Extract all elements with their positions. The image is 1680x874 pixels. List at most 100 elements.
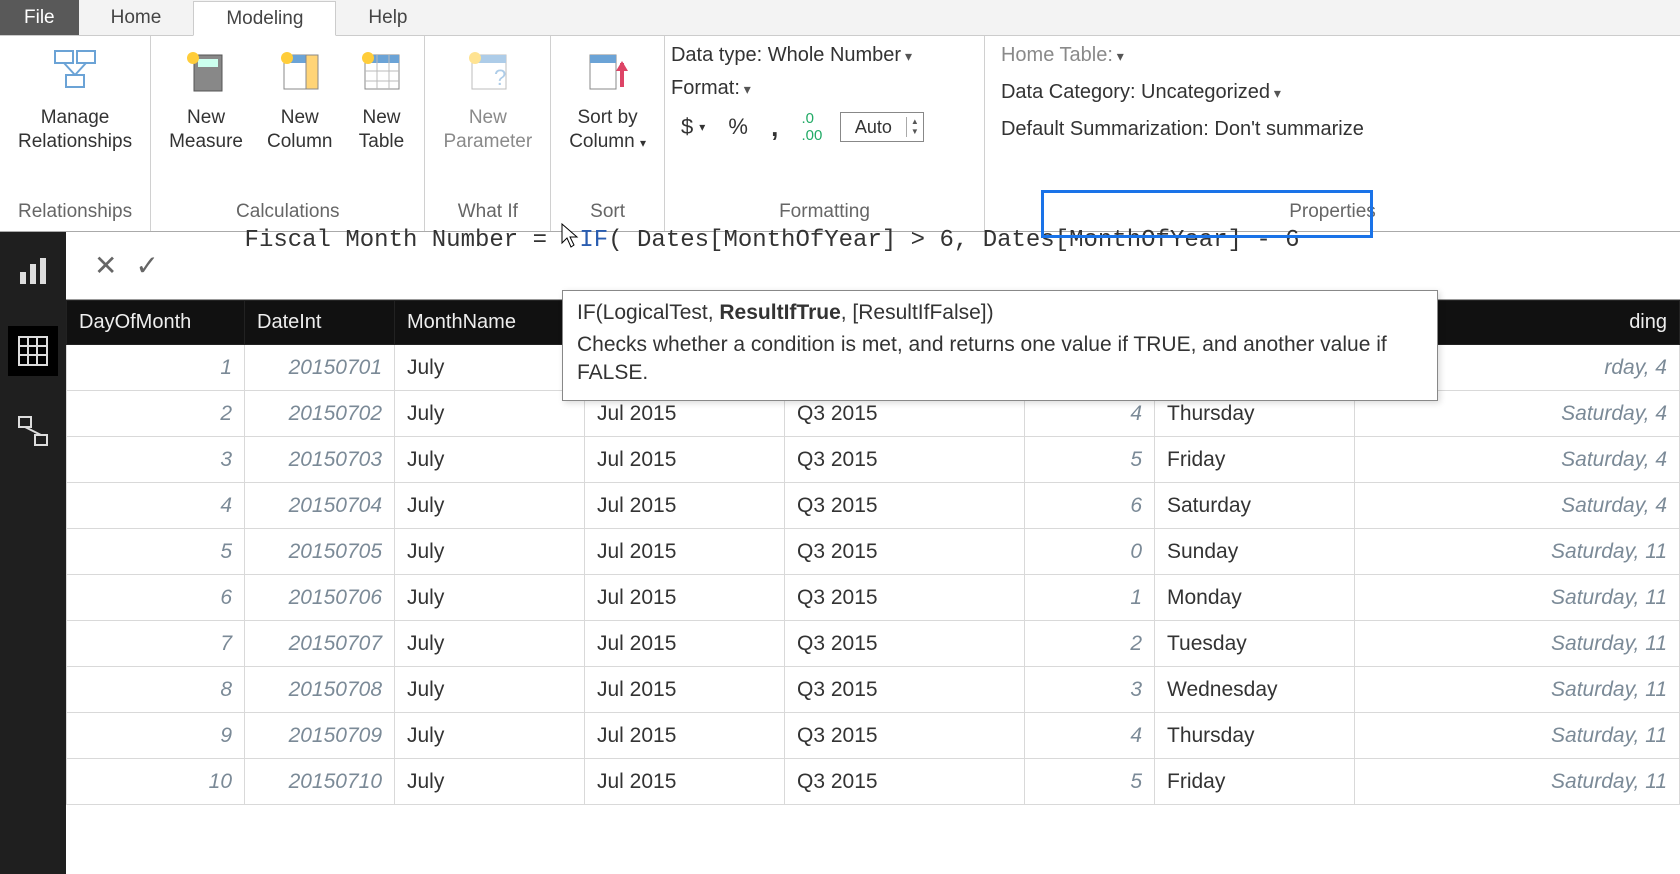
cell[interactable]: Saturday, 11 xyxy=(1355,621,1680,667)
sort-by-column-button[interactable]: Sort by Column ▾ xyxy=(557,42,658,154)
manage-relationships-button[interactable]: Manage Relationships xyxy=(6,42,144,154)
cell[interactable]: 8 xyxy=(67,667,245,713)
cell[interactable]: Q3 2015 xyxy=(785,759,1025,805)
cell[interactable]: 4 xyxy=(67,483,245,529)
cell[interactable]: 20150705 xyxy=(245,529,395,575)
table-row[interactable]: 520150705JulyJul 2015Q3 20150SundaySatur… xyxy=(67,529,1680,575)
tab-file[interactable]: File xyxy=(0,0,79,35)
cell[interactable]: Jul 2015 xyxy=(585,437,785,483)
cell[interactable]: July xyxy=(395,391,585,437)
table-row[interactable]: 1020150710JulyJul 2015Q3 20155FridaySatu… xyxy=(67,759,1680,805)
cell[interactable]: 2 xyxy=(67,391,245,437)
cell[interactable]: July xyxy=(395,667,585,713)
cell[interactable]: 1 xyxy=(67,345,245,391)
decimals-icon[interactable]: .0.00 xyxy=(801,110,822,144)
cell[interactable]: Wednesday xyxy=(1155,667,1355,713)
cell[interactable]: 20150706 xyxy=(245,575,395,621)
cell[interactable]: Jul 2015 xyxy=(585,529,785,575)
cell[interactable]: Jul 2015 xyxy=(585,483,785,529)
col-header-monthname[interactable]: MonthName xyxy=(395,301,585,345)
table-row[interactable]: 920150709JulyJul 2015Q3 20154ThursdaySat… xyxy=(67,713,1680,759)
decimal-places-spinner[interactable]: Auto ▲▼ xyxy=(840,112,924,142)
cell[interactable]: Jul 2015 xyxy=(585,621,785,667)
table-row[interactable]: 620150706JulyJul 2015Q3 20151MondaySatur… xyxy=(67,575,1680,621)
cell[interactable]: 20150710 xyxy=(245,759,395,805)
cell[interactable]: 6 xyxy=(67,575,245,621)
cell[interactable]: Saturday, 11 xyxy=(1355,667,1680,713)
cell[interactable]: Q3 2015 xyxy=(785,713,1025,759)
new-column-button[interactable]: New Column xyxy=(255,42,344,154)
spinner-down-icon[interactable]: ▼ xyxy=(907,127,923,137)
cell[interactable]: Saturday, 4 xyxy=(1355,483,1680,529)
cell[interactable]: 6 xyxy=(1025,483,1155,529)
cell[interactable]: 7 xyxy=(67,621,245,667)
cell[interactable]: July xyxy=(395,529,585,575)
table-row[interactable]: 420150704JulyJul 2015Q3 20156SaturdaySat… xyxy=(67,483,1680,529)
cell[interactable]: 5 xyxy=(1025,437,1155,483)
cancel-formula-button[interactable]: ✕ xyxy=(94,249,117,282)
tab-home[interactable]: Home xyxy=(79,0,194,35)
spinner-up-icon[interactable]: ▲ xyxy=(907,117,923,127)
cell[interactable]: Monday xyxy=(1155,575,1355,621)
cell[interactable]: July xyxy=(395,759,585,805)
currency-button[interactable]: $ xyxy=(681,114,693,140)
cell[interactable]: July xyxy=(395,345,585,391)
cell[interactable]: Saturday xyxy=(1155,483,1355,529)
cell[interactable]: July xyxy=(395,483,585,529)
cell[interactable]: 2 xyxy=(1025,621,1155,667)
cell[interactable]: Friday xyxy=(1155,437,1355,483)
model-view-button[interactable] xyxy=(8,406,58,456)
cell[interactable]: 20150704 xyxy=(245,483,395,529)
new-measure-button[interactable]: New Measure xyxy=(157,42,255,154)
cell[interactable]: Jul 2015 xyxy=(585,713,785,759)
cell[interactable]: Saturday, 11 xyxy=(1355,759,1680,805)
cell[interactable]: Q3 2015 xyxy=(785,667,1025,713)
cell[interactable]: 20150708 xyxy=(245,667,395,713)
data-category-dropdown[interactable]: Data Category: Uncategorized xyxy=(1001,79,1281,106)
cell[interactable]: Q3 2015 xyxy=(785,437,1025,483)
cell[interactable]: 0 xyxy=(1025,529,1155,575)
cell[interactable]: 5 xyxy=(1025,759,1155,805)
cell[interactable]: Saturday, 11 xyxy=(1355,529,1680,575)
cell[interactable]: Q3 2015 xyxy=(785,621,1025,667)
data-view-button[interactable] xyxy=(8,326,58,376)
cell[interactable]: Jul 2015 xyxy=(585,575,785,621)
cell[interactable]: Jul 2015 xyxy=(585,759,785,805)
col-header-dayofmonth[interactable]: DayOfMonth xyxy=(67,301,245,345)
cell[interactable]: Saturday, 11 xyxy=(1355,713,1680,759)
cell[interactable]: Q3 2015 xyxy=(785,483,1025,529)
default-summarization-dropdown[interactable]: Default Summarization: Don't summarize xyxy=(1001,116,1364,143)
cell[interactable]: 5 xyxy=(67,529,245,575)
cell[interactable]: Friday xyxy=(1155,759,1355,805)
cell[interactable]: 20150702 xyxy=(245,391,395,437)
cell[interactable]: 20150701 xyxy=(245,345,395,391)
cell[interactable]: 20150707 xyxy=(245,621,395,667)
new-table-button[interactable]: New Table xyxy=(344,42,418,154)
cell[interactable]: 20150703 xyxy=(245,437,395,483)
cell[interactable]: 1 xyxy=(1025,575,1155,621)
cell[interactable]: 3 xyxy=(1025,667,1155,713)
cell[interactable]: July xyxy=(395,713,585,759)
cell[interactable]: Sunday xyxy=(1155,529,1355,575)
cell[interactable]: 10 xyxy=(67,759,245,805)
cell[interactable]: 3 xyxy=(67,437,245,483)
percent-button[interactable]: % xyxy=(728,114,748,140)
col-header-dateint[interactable]: DateInt xyxy=(245,301,395,345)
home-table-dropdown[interactable]: Home Table: xyxy=(1001,42,1124,69)
tab-help[interactable]: Help xyxy=(336,0,439,35)
cell[interactable]: July xyxy=(395,575,585,621)
cell[interactable]: July xyxy=(395,621,585,667)
cell[interactable]: Q3 2015 xyxy=(785,529,1025,575)
cell[interactable]: Saturday, 4 xyxy=(1355,437,1680,483)
table-row[interactable]: 720150707JulyJul 2015Q3 20152TuesdaySatu… xyxy=(67,621,1680,667)
data-type-dropdown[interactable]: Data type: Whole Number xyxy=(671,42,912,69)
cell[interactable]: Q3 2015 xyxy=(785,575,1025,621)
cell[interactable]: Jul 2015 xyxy=(585,667,785,713)
cell[interactable]: 4 xyxy=(1025,713,1155,759)
cell[interactable]: Thursday xyxy=(1155,713,1355,759)
comma-button[interactable]: , xyxy=(771,112,778,143)
format-dropdown[interactable]: Format: xyxy=(671,75,751,102)
cell[interactable]: 20150709 xyxy=(245,713,395,759)
report-view-button[interactable] xyxy=(8,246,58,296)
tab-modeling[interactable]: Modeling xyxy=(193,1,336,36)
